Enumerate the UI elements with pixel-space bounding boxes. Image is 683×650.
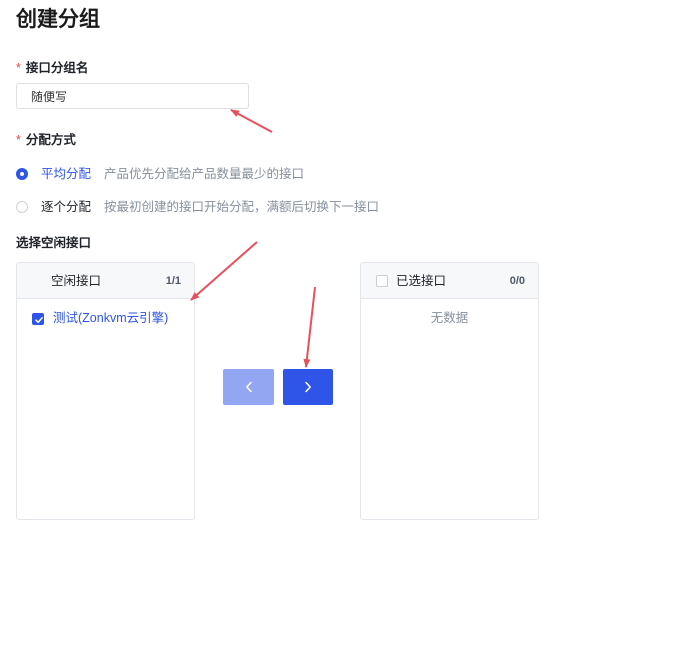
radio-option-description: 产品优先分配给产品数量最少的接口 <box>104 167 305 181</box>
transfer-source-title: 空闲接口 <box>51 274 102 288</box>
transfer-target-header: 已选接口 0/0 <box>361 263 538 299</box>
annotation-arrow-input <box>230 109 273 133</box>
radio-icon[interactable] <box>16 168 28 180</box>
assign-mode-label-text: 分配方式 <box>25 133 76 147</box>
select-ports-label: 选择空闲接口 <box>16 236 92 250</box>
radio-option-label[interactable]: 逐个分配 <box>41 199 91 215</box>
radio-option-description: 按最初创建的接口开始分配，满额后切换下一接口 <box>104 200 380 214</box>
radio-option-average[interactable]: 平均分配 产品优先分配给产品数量最少的接口 <box>16 166 436 182</box>
move-left-button[interactable] <box>223 369 274 405</box>
transfer-target-title: 已选接口 <box>396 274 447 288</box>
assign-mode-label: * 分配方式 <box>16 132 76 148</box>
group-name-label-text: 接口分组名 <box>25 61 89 75</box>
radio-option-label[interactable]: 平均分配 <box>41 166 91 182</box>
annotation-arrow-list-item <box>190 241 258 301</box>
chevron-left-icon <box>245 381 252 393</box>
list-item[interactable]: 测试(Zonkvm云引擎) <box>17 309 194 327</box>
select-all-checkbox-icon[interactable] <box>376 275 388 287</box>
chevron-right-icon <box>305 381 311 393</box>
required-mark: * <box>16 133 21 147</box>
transfer-source-header: 空闲接口 1/1 <box>17 263 194 299</box>
radio-icon[interactable] <box>16 201 28 213</box>
group-name-input[interactable] <box>16 83 249 109</box>
empty-state-text: 无数据 <box>430 311 469 325</box>
checkbox-icon[interactable] <box>32 313 44 325</box>
required-mark: * <box>16 61 21 75</box>
check-icon <box>35 317 43 324</box>
transfer-source-panel: 空闲接口 1/1 测试(Zonkvm云引擎) <box>16 262 195 520</box>
group-name-label: * 接口分组名 <box>16 60 88 76</box>
transfer-target-count: 0/0 <box>509 275 525 287</box>
transfer-target-panel: 已选接口 0/0 无数据 <box>360 262 539 520</box>
annotation-arrow-move-button <box>303 286 316 368</box>
transfer-source-count: 1/1 <box>165 275 181 287</box>
radio-option-sequential[interactable]: 逐个分配 按最初创建的接口开始分配，满额后切换下一接口 <box>16 199 436 215</box>
page-title: 创建分组 <box>16 8 100 31</box>
move-right-button[interactable] <box>283 369 333 405</box>
list-item-label[interactable]: 测试(Zonkvm云引擎) <box>53 310 168 326</box>
